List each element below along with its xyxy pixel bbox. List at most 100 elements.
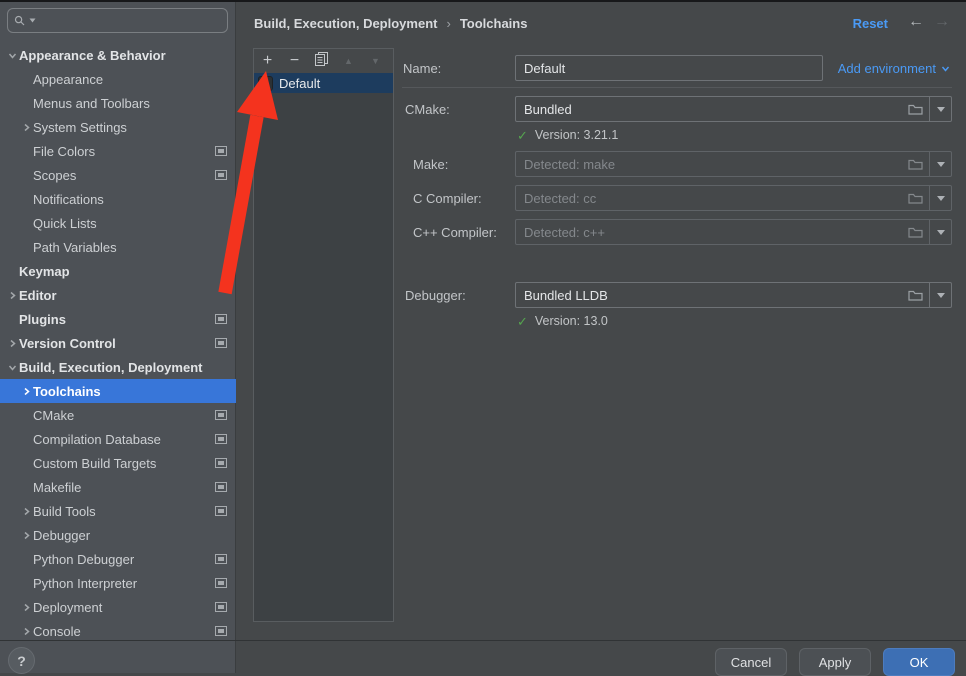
browse-folder-icon[interactable]: [901, 97, 929, 121]
c-compiler-combobox[interactable]: Detected: cc: [515, 185, 952, 211]
sidebar-item-compilation-database[interactable]: Compilation Database: [0, 427, 236, 451]
sidebar-item-label: Python Interpreter: [33, 576, 137, 591]
help-button[interactable]: ?: [8, 647, 35, 674]
chevron-down-icon[interactable]: [5, 48, 19, 62]
ok-button[interactable]: OK: [883, 648, 955, 676]
sidebar-item-build-execution-deployment[interactable]: Build, Execution, Deployment: [0, 355, 236, 379]
settings-tree: Appearance & Behavior Appearance Menus and…: [0, 43, 236, 643]
reset-link[interactable]: Reset: [853, 16, 888, 31]
remove-toolchain-button[interactable]: −: [281, 49, 308, 73]
dropdown-arrow-icon[interactable]: [930, 186, 951, 210]
dropdown-arrow-icon[interactable]: [930, 97, 951, 121]
chevron-spacer: [19, 240, 33, 254]
chevron-spacer: [5, 264, 19, 278]
project-settings-icon: [215, 506, 227, 516]
add-environment-link[interactable]: Add environment: [838, 61, 950, 76]
browse-folder-icon[interactable]: [901, 152, 929, 176]
sidebar-item-plugins[interactable]: Plugins: [0, 307, 236, 331]
sidebar-item-scopes[interactable]: Scopes: [0, 163, 236, 187]
back-arrow-icon[interactable]: ←: [908, 13, 924, 31]
chevron-right-icon[interactable]: [19, 600, 33, 614]
breadcrumb-separator-icon: ›: [446, 16, 450, 31]
sidebar-item-debugger[interactable]: Debugger: [0, 523, 236, 547]
help-icon: ?: [17, 653, 26, 669]
settings-search-box[interactable]: [7, 8, 228, 33]
sidebar-item-appearance-behavior[interactable]: Appearance & Behavior: [0, 43, 236, 67]
sidebar-item-label: Plugins: [19, 312, 66, 327]
make-combobox[interactable]: Detected: make: [515, 151, 952, 177]
browse-folder-icon[interactable]: [901, 283, 929, 307]
project-settings-icon: [215, 602, 227, 612]
browse-folder-icon[interactable]: [901, 186, 929, 210]
sidebar-item-python-interpreter[interactable]: Python Interpreter: [0, 571, 236, 595]
sidebar-item-label: Build, Execution, Deployment: [19, 360, 202, 375]
forward-arrow-icon[interactable]: →: [934, 13, 950, 31]
sidebar-item-file-colors[interactable]: File Colors: [0, 139, 236, 163]
browse-folder-icon[interactable]: [901, 220, 929, 244]
chevron-right-icon[interactable]: [19, 504, 33, 518]
chevron-right-icon[interactable]: [5, 336, 19, 350]
toolchain-list-item[interactable]: Default: [254, 73, 393, 93]
make-label: Make:: [413, 157, 448, 172]
sidebar-item-label: Appearance: [33, 72, 103, 87]
sidebar-item-custom-build-targets[interactable]: Custom Build Targets: [0, 451, 236, 475]
dropdown-arrow-icon[interactable]: [930, 152, 951, 176]
name-input[interactable]: [515, 55, 823, 81]
chevron-right-icon[interactable]: [5, 288, 19, 302]
sidebar-item-label: Compilation Database: [33, 432, 161, 447]
c-compiler-value: Detected: c++: [516, 225, 901, 240]
copy-toolchain-button[interactable]: [308, 49, 335, 73]
cancel-button[interactable]: Cancel: [715, 648, 787, 676]
project-settings-icon: [215, 410, 227, 420]
dropdown-arrow-icon[interactable]: [930, 283, 951, 307]
sidebar-item-quick-lists[interactable]: Quick Lists: [0, 211, 236, 235]
breadcrumb-section[interactable]: Build, Execution, Deployment: [254, 16, 437, 31]
sidebar-item-makefile[interactable]: Makefile: [0, 475, 236, 499]
sidebar-item-editor[interactable]: Editor: [0, 283, 236, 307]
project-settings-icon: [215, 458, 227, 468]
debugger-value: Bundled LLDB: [516, 288, 901, 303]
move-down-toolchain-button[interactable]: ▼: [362, 49, 389, 73]
sidebar-item-system-settings[interactable]: System Settings: [0, 115, 236, 139]
sidebar-item-build-tools[interactable]: Build Tools: [0, 499, 236, 523]
dropdown-arrow-icon[interactable]: [930, 220, 951, 244]
sidebar-item-menus-and-toolbars[interactable]: Menus and Toolbars: [0, 91, 236, 115]
chevron-spacer: [19, 576, 33, 590]
add-toolchain-button[interactable]: +: [254, 49, 281, 73]
chevron-spacer: [19, 408, 33, 422]
sidebar-item-python-debugger[interactable]: Python Debugger: [0, 547, 236, 571]
chevron-right-icon[interactable]: [19, 624, 33, 638]
project-settings-icon: [215, 146, 227, 156]
move-up-toolchain-button[interactable]: ▲: [335, 49, 362, 73]
cmake-version-note: ✓Version: 3.21.1: [517, 128, 618, 142]
sidebar-item-appearance[interactable]: Appearance: [0, 67, 236, 91]
sidebar-item-deployment[interactable]: Deployment: [0, 595, 236, 619]
cmake-value: Bundled: [516, 102, 901, 117]
chevron-down-icon: [941, 64, 950, 73]
chevron-right-icon[interactable]: [19, 528, 33, 542]
sidebar-item-version-control[interactable]: Version Control: [0, 331, 236, 355]
sidebar-item-cmake[interactable]: CMake: [0, 403, 236, 427]
success-check-icon: ✓: [517, 315, 528, 328]
c-compiler-combobox[interactable]: Detected: c++: [515, 219, 952, 245]
chevron-right-icon[interactable]: [19, 384, 33, 398]
chevron-right-icon[interactable]: [19, 120, 33, 134]
toolchains-list: Default: [254, 73, 393, 93]
sidebar-item-label: Console: [33, 624, 81, 639]
chevron-spacer: [19, 96, 33, 110]
debugger-combobox[interactable]: Bundled LLDB: [515, 282, 952, 308]
cmake-combobox[interactable]: Bundled: [515, 96, 952, 122]
sidebar-item-label: Debugger: [33, 528, 90, 543]
search-input[interactable]: [39, 12, 221, 29]
sidebar-item-keymap[interactable]: Keymap: [0, 259, 236, 283]
c-compiler-label: C Compiler:: [413, 191, 482, 206]
project-settings-icon: [215, 554, 227, 564]
apply-button[interactable]: Apply: [799, 648, 871, 676]
sidebar-item-notifications[interactable]: Notifications: [0, 187, 236, 211]
sidebar-item-toolchains[interactable]: Toolchains: [0, 379, 236, 403]
chevron-down-icon[interactable]: [5, 360, 19, 374]
sidebar-item-path-variables[interactable]: Path Variables: [0, 235, 236, 259]
success-check-icon: ✓: [517, 129, 528, 142]
sidebar-item-label: Editor: [19, 288, 57, 303]
toolchain-item-label: Default: [279, 76, 320, 91]
